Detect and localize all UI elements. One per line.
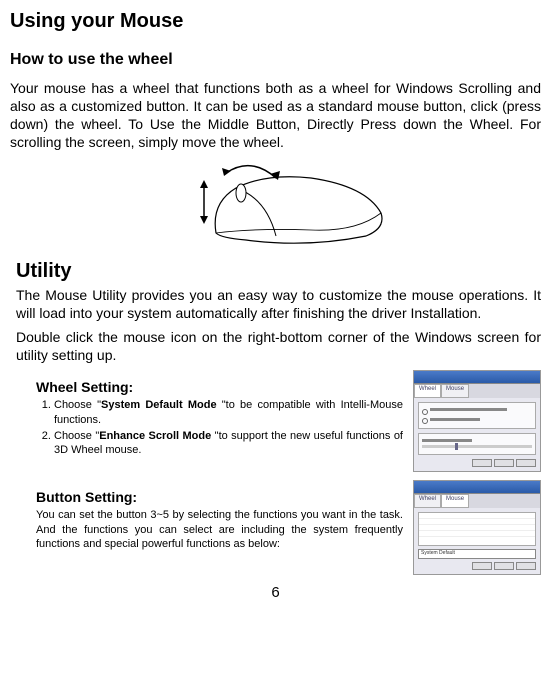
wheel-paragraph: Your mouse has a wheel that functions bo…: [10, 79, 541, 152]
wheel-setting-item-1: Choose "System Default Mode "to be compa…: [54, 398, 403, 427]
utility-heading: Utility: [16, 258, 541, 284]
button-setting-heading: Button Setting:: [36, 488, 403, 506]
button-setting-screenshot: Wheel Mouse System Default: [413, 480, 541, 575]
page-number: 6: [10, 583, 541, 603]
utility-paragraph-1: The Mouse Utility provides you an easy w…: [16, 286, 541, 322]
wheel-setting-heading: Wheel Setting:: [36, 378, 403, 396]
mouse-diagram: [10, 158, 541, 248]
thumb1-tab-mouse: Mouse: [441, 384, 469, 398]
thumb2-dropdown: System Default: [418, 549, 536, 559]
thumb2-tab-mouse: Mouse: [441, 494, 469, 508]
wheel-setting-screenshot: Wheel Mouse: [413, 370, 541, 472]
wheel-setting-list: Choose "System Default Mode "to be compa…: [36, 398, 403, 457]
wheel-heading: How to use the wheel: [10, 50, 541, 71]
utility-paragraph-2: Double click the mouse icon on the right…: [16, 328, 541, 364]
thumb1-tab-wheel: Wheel: [414, 384, 441, 398]
button-setting-paragraph: You can set the button 3~5 by selecting …: [36, 508, 403, 551]
thumb2-tab-wheel: Wheel: [414, 494, 441, 508]
wheel-setting-item-2: Choose "Enhance Scroll Mode "to support …: [54, 429, 403, 458]
page-title: Using your Mouse: [10, 8, 541, 34]
